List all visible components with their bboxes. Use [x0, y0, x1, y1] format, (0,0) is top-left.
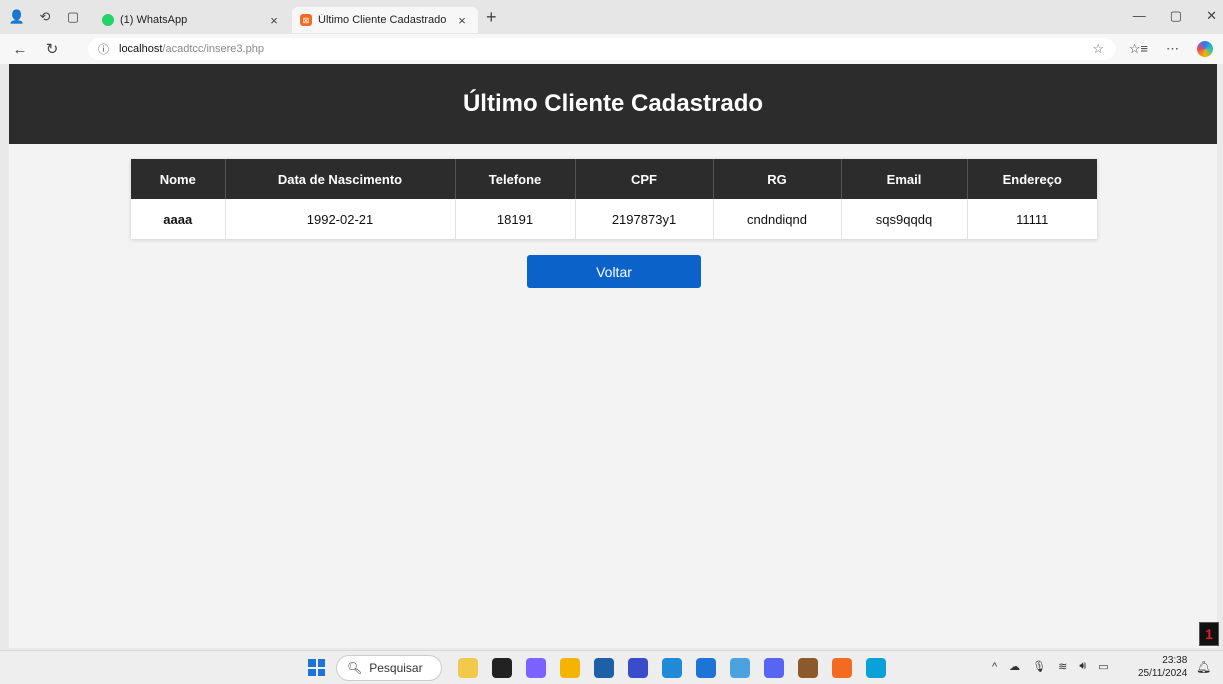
column-header: Data de Nascimento — [225, 159, 456, 199]
restore-icon[interactable]: ▢ — [1170, 8, 1182, 24]
address-bar[interactable]: ⓘ localhost /acadtcc/insere3.php ☆ — [88, 38, 1116, 60]
url-path: /acadtcc/insere3.php — [162, 43, 264, 55]
taskbar-app-icon[interactable] — [832, 658, 852, 678]
column-header: Nome — [131, 159, 226, 199]
taskbar-app-icon[interactable] — [764, 658, 784, 678]
taskbar-app-icon[interactable] — [628, 658, 648, 678]
pinned-apps — [458, 658, 886, 678]
column-header: Email — [841, 159, 968, 199]
taskbar-app-icon[interactable] — [662, 658, 682, 678]
back-button[interactable]: Voltar — [527, 255, 701, 288]
close-window-icon[interactable]: ✕ — [1206, 8, 1217, 24]
chevron-up-icon[interactable]: ^ — [992, 661, 997, 673]
microphone-icon[interactable]: 🎙︎ — [1032, 660, 1046, 673]
taskbar-app-icon[interactable] — [730, 658, 750, 678]
table-cell: aaaa — [131, 199, 226, 239]
table-cell: 2197873y1 — [575, 199, 714, 239]
windows-start-icon[interactable] — [308, 659, 325, 676]
taskbar: 🔍︎ Pesquisar ^ ☁ 🎙︎ ≋ 🔊︎ ▭ 23:38 25/11/2… — [0, 650, 1223, 684]
window-controls: — ▢ ✕ — [1133, 8, 1217, 24]
table-cell: 11111 — [1016, 211, 1049, 227]
new-tab-button[interactable]: + — [486, 7, 497, 28]
search-icon: 🔍︎ — [347, 661, 363, 675]
browser-toolbar: ← ↻ ⓘ localhost /acadtcc/insere3.php ☆ ☆… — [0, 34, 1223, 64]
taskbar-search[interactable]: 🔍︎ Pesquisar — [336, 655, 442, 681]
taskbar-app-icon[interactable] — [458, 658, 478, 678]
table-row: aaaa 1992-02-21 18191 2197873y1 cndndiqn… — [131, 199, 1097, 239]
battery-icon[interactable]: ▭ — [1098, 660, 1108, 673]
notification-bell-icon[interactable]: 🔔︎ — [1196, 660, 1211, 674]
tab-whatsapp[interactable]: (1) WhatsApp × — [94, 7, 290, 33]
column-header: RG — [713, 159, 842, 199]
copilot-icon[interactable] — [1197, 41, 1213, 57]
back-arrow-icon[interactable]: ← — [8, 41, 32, 58]
wifi-icon[interactable]: ≋ — [1058, 660, 1067, 673]
clock[interactable]: 23:38 25/11/2024 — [1138, 654, 1187, 680]
taskbar-app-icon[interactable] — [526, 658, 546, 678]
favorite-star-icon[interactable]: ☆ — [1092, 41, 1104, 57]
favorites-icon[interactable]: ☆≡ — [1129, 41, 1148, 57]
url-host: localhost — [119, 43, 163, 55]
page-header: Último Cliente Cadastrado — [9, 64, 1217, 144]
column-header: Endereço — [967, 159, 1097, 199]
tab-title: (1) WhatsApp — [120, 14, 188, 26]
table-cell: sqs9qqdq — [841, 199, 968, 239]
table-header-row: Nome Data de Nascimento Telefone CPF RG … — [131, 159, 1097, 199]
clock-date: 25/11/2024 — [1138, 668, 1188, 679]
clock-time: 23:38 — [1162, 655, 1188, 666]
close-icon[interactable]: × — [454, 13, 470, 28]
taskbar-app-icon[interactable] — [798, 658, 818, 678]
profile-icon[interactable]: 👤 — [6, 6, 28, 28]
table-cell: 18191 — [455, 199, 576, 239]
taskbar-app-icon[interactable] — [696, 658, 716, 678]
column-header: Telefone — [455, 159, 576, 199]
client-table: Nome Data de Nascimento Telefone CPF RG … — [131, 159, 1097, 239]
tab-ultimo-cliente[interactable]: ⊠ Último Cliente Cadastrado × — [292, 7, 478, 33]
page-title: Último Cliente Cadastrado — [462, 90, 764, 117]
volume-icon[interactable]: 🔊︎ — [1079, 660, 1086, 673]
whatsapp-icon — [102, 14, 114, 26]
notification-badge[interactable]: 1 — [1199, 622, 1219, 646]
taskbar-app-icon[interactable] — [866, 658, 886, 678]
tab-title: Último Cliente Cadastrado — [318, 14, 447, 26]
browser-tab-strip: 👤 ⟲ ▢ (1) WhatsApp × ⊠ Último Cliente Ca… — [0, 0, 1223, 34]
taskbar-app-icon[interactable] — [560, 658, 580, 678]
refresh-icon[interactable]: ↻ — [40, 40, 64, 58]
more-menu-icon[interactable]: ⋯ — [1166, 41, 1179, 57]
taskbar-app-icon[interactable] — [594, 658, 614, 678]
search-placeholder: Pesquisar — [369, 661, 423, 675]
table-cell: 1992-02-21 — [225, 199, 456, 239]
column-header: CPF — [575, 159, 714, 199]
xampp-icon: ⊠ — [300, 14, 312, 26]
workspaces-icon[interactable]: ⟲ — [34, 6, 56, 28]
table-cell: cndndiqnd — [713, 199, 842, 239]
site-info-icon[interactable]: ⓘ — [98, 41, 109, 57]
tab-actions-icon[interactable]: ▢ — [62, 6, 84, 28]
cloud-icon[interactable]: ☁ — [1009, 660, 1020, 673]
close-icon[interactable]: × — [266, 13, 282, 28]
minimize-icon[interactable]: — — [1133, 8, 1146, 24]
toolbar-actions: ☆≡ ⋯ — [1129, 41, 1213, 57]
system-tray: ^ ☁ 🎙︎ ≋ 🔊︎ ▭ — [992, 660, 1109, 673]
taskbar-app-icon[interactable] — [492, 658, 512, 678]
page-viewport: Último Cliente Cadastrado Nome Data de N… — [9, 64, 1217, 648]
